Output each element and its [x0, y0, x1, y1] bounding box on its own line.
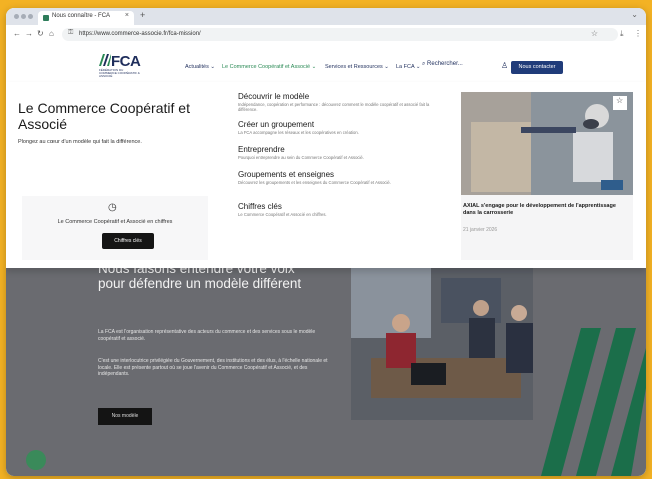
- tab-title: Nous connaître - FCA: [52, 13, 111, 19]
- mega-link-desc: Le Commerce Coopératif et Associé en chi…: [238, 212, 327, 217]
- browser-tab[interactable]: Nous connaître - FCA ×: [38, 11, 134, 25]
- bookmark-icon[interactable]: ☆: [616, 96, 623, 105]
- chat-fab-button[interactable]: [26, 450, 46, 470]
- browser-window: Nous connaître - FCA × + ⌄ ← → ↻ ⌂ ⚿ htt…: [6, 8, 646, 476]
- news-date: 21 janvier 2026: [463, 227, 498, 233]
- hero-paragraph-1: La FCA est l'organisation représentative…: [98, 329, 316, 342]
- back-icon[interactable]: ←: [13, 29, 21, 38]
- window-dot-icon[interactable]: [21, 14, 26, 19]
- url-text: https://www.commerce-associe.fr/fca-miss…: [79, 31, 201, 37]
- new-tab-icon[interactable]: +: [140, 10, 145, 20]
- mega-link-title: Chiffres clés: [238, 202, 282, 211]
- web-page: FCA FÉDÉRATION DU COMMERCE COOPÉRATIF & …: [6, 44, 646, 476]
- hero-section: Nous faisons entendre votre voix pour dé…: [6, 261, 646, 476]
- address-bar[interactable]: ⚿ https://www.commerce-associe.fr/fca-mi…: [62, 28, 618, 41]
- mega-link-chiffres[interactable]: Chiffres clés Le Commerce Coopératif et …: [238, 202, 448, 217]
- search-icon: ⌕: [422, 61, 426, 67]
- menu-commerce-cooperatif[interactable]: Le Commerce Coopératif et Associé ⌄: [222, 64, 316, 70]
- reload-icon[interactable]: ↻: [37, 29, 44, 38]
- hero-button[interactable]: Nos modèle: [98, 408, 152, 425]
- mega-link-groupements[interactable]: Groupements et enseignes Découvrez les g…: [238, 170, 448, 185]
- menu-actualites[interactable]: Actualités ⌄: [185, 64, 215, 70]
- hero-paragraph-2: C'est une interlocutrice privilégiée du …: [98, 358, 328, 377]
- key-figures-button[interactable]: Chiffres clés: [102, 233, 154, 249]
- search-field[interactable]: ⌕ Rechercher...: [422, 61, 463, 68]
- mega-link-entreprendre[interactable]: Entreprendre Pourquoi entreprendre au se…: [238, 145, 448, 160]
- mega-link-creer[interactable]: Créer un groupement La FCA accompagne le…: [238, 120, 448, 135]
- tab-close-icon[interactable]: ×: [125, 12, 129, 19]
- key-figures-text: Le Commerce Coopératif et Associé en chi…: [57, 219, 173, 225]
- menu-services-ressources[interactable]: Services et Ressources ⌄: [325, 64, 389, 70]
- window-dot-icon[interactable]: [14, 14, 19, 19]
- clock-icon: ◷: [108, 202, 117, 213]
- news-card[interactable]: ☆ AXIAL s'engage pour le développement d…: [461, 92, 633, 260]
- mega-menu: Le Commerce Coopératif et Associé Plonge…: [6, 82, 646, 268]
- bookmark-star-icon[interactable]: ☆: [591, 29, 598, 38]
- mega-link-desc: Découvrez les groupements et les enseign…: [238, 180, 391, 185]
- menu-icon[interactable]: ⋮: [634, 29, 642, 38]
- forward-icon[interactable]: →: [25, 29, 33, 38]
- site-header: FCA FÉDÉRATION DU COMMERCE COOPÉRATIF & …: [6, 44, 646, 82]
- mega-link-desc: Indépendance, coopération et performance…: [238, 102, 430, 112]
- decorative-stripes: [541, 328, 646, 476]
- favicon-icon: [43, 15, 49, 21]
- menu-la-fca[interactable]: La FCA ⌄: [396, 64, 420, 70]
- tab-bar: Nous connaître - FCA × + ⌄: [6, 8, 646, 25]
- user-account-icon[interactable]: ♙: [501, 61, 508, 70]
- meeting-photo: [351, 268, 533, 420]
- fca-logo[interactable]: FCA FÉDÉRATION DU COMMERCE COOPÉRATIF & …: [99, 53, 141, 78]
- mega-link-title: Groupements et enseignes: [238, 170, 335, 179]
- mega-menu-title: Le Commerce Coopératif et Associé: [18, 100, 190, 132]
- browser-toolbar: ← → ↻ ⌂ ⚿ https://www.commerce-associe.f…: [6, 25, 646, 45]
- mega-menu-subtitle: Plongez au cœur d'un modèle qui fait la …: [18, 139, 142, 145]
- search-placeholder: Rechercher...: [427, 61, 463, 67]
- logo-stripes-icon: [99, 54, 111, 66]
- contact-button[interactable]: Nous contacter: [511, 61, 563, 74]
- news-title: AXIAL s'engage pour le développement de …: [463, 203, 616, 216]
- mega-link-title: Entreprendre: [238, 145, 285, 154]
- key-figures-card: ◷ Le Commerce Coopératif et Associé en c…: [22, 196, 208, 260]
- home-icon[interactable]: ⌂: [49, 29, 54, 38]
- mega-link-decouvrir[interactable]: Découvrir le modèle Indépendance, coopér…: [238, 92, 448, 112]
- mega-link-title: Découvrir le modèle: [238, 92, 310, 101]
- mega-link-desc: La FCA accompagne les réseaux et les coo…: [238, 130, 359, 135]
- mega-link-title: Créer un groupement: [238, 120, 315, 129]
- download-icon[interactable]: ⤓: [620, 29, 624, 39]
- tab-list-icon[interactable]: ⌄: [631, 10, 638, 19]
- news-photo: [461, 92, 633, 195]
- window-dot-icon[interactable]: [28, 14, 33, 19]
- logo-tagline: FÉDÉRATION DU COMMERCE COOPÉRATIF & ASSO…: [99, 68, 140, 78]
- site-info-icon[interactable]: ⚿: [68, 29, 73, 37]
- mega-link-desc: Pourquoi entreprendre au sein du Commerc…: [238, 155, 364, 160]
